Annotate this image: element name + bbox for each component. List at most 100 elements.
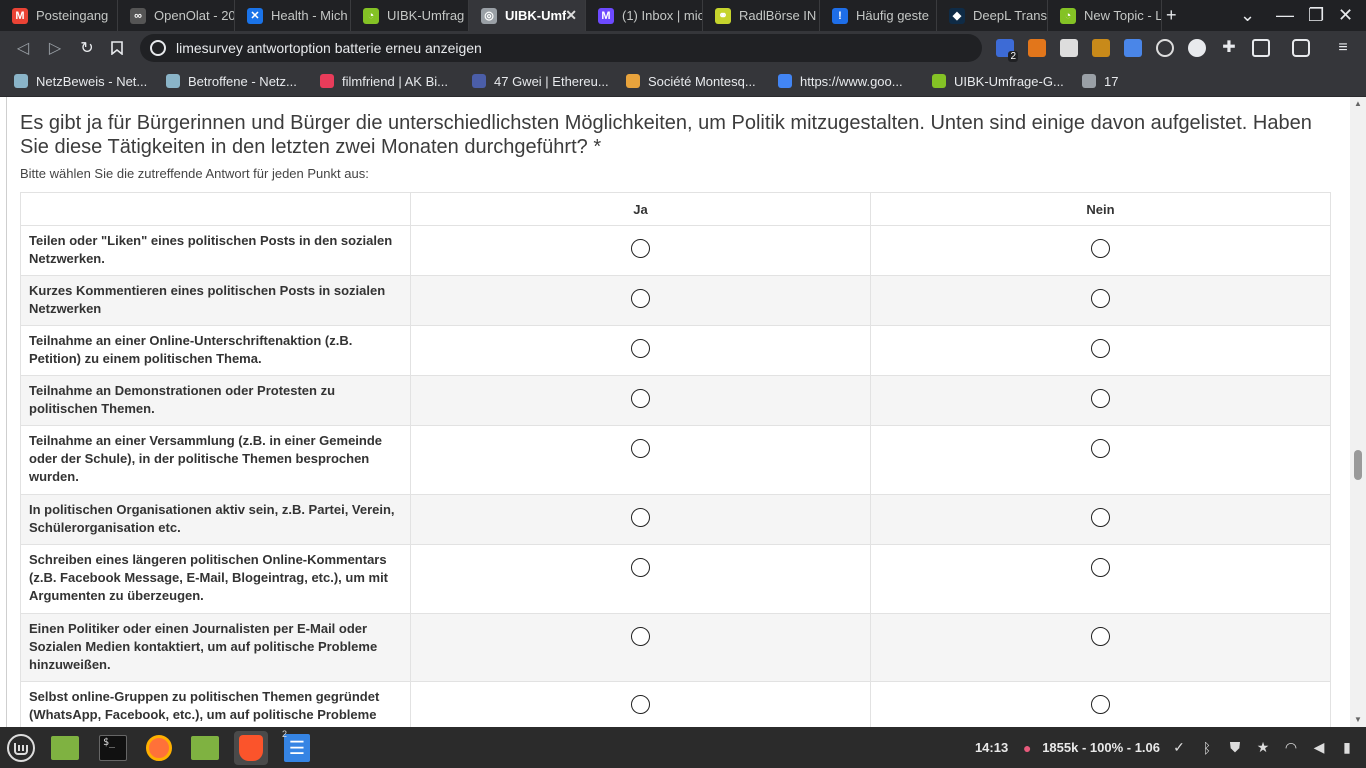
radio-nein[interactable] (1091, 339, 1110, 358)
new-tab-icon[interactable]: + (1166, 5, 1177, 25)
column-header-nein: Nein (870, 192, 1331, 226)
forward-icon[interactable]: ▷ (44, 37, 66, 59)
browser-tab[interactable]: ! Häufig geste (820, 0, 937, 31)
terminal-icon[interactable]: $_ (96, 731, 130, 765)
bookmark-item[interactable]: Betroffene - Netz... (166, 65, 297, 97)
bookmark-icon[interactable] (106, 37, 128, 59)
radio-ja[interactable] (631, 627, 650, 646)
radio-ja[interactable] (631, 389, 650, 408)
translate-icon[interactable] (1124, 39, 1142, 57)
battery-icon[interactable]: ▮ (1338, 739, 1356, 757)
sidebar-icon[interactable] (1252, 39, 1270, 57)
answer-cell-ja (410, 375, 871, 426)
tab-search-icon[interactable]: ⌄ (1240, 5, 1255, 25)
table-row: Teilnahme an einer Online-Unterschriften… (20, 325, 1331, 376)
bookmark-item[interactable]: UIBK-Umfrage-G... (932, 65, 1064, 97)
firefox-icon[interactable] (142, 731, 176, 765)
tab-label: Posteingang (36, 8, 109, 23)
star-icon[interactable]: ★ (1254, 739, 1272, 757)
scroll-down-icon[interactable]: ▼ (1350, 713, 1366, 727)
radio-ja[interactable] (631, 239, 650, 258)
folder-icon[interactable] (188, 731, 222, 765)
browser-tab[interactable]: M Posteingang (0, 0, 118, 31)
document-icon[interactable] (1060, 39, 1078, 57)
radio-nein[interactable] (1091, 508, 1110, 527)
radio-nein[interactable] (1091, 239, 1110, 258)
browser-tab[interactable]: ∞ OpenOlat - 20 (118, 0, 235, 31)
bookmark-item[interactable]: Société Montesq... (626, 65, 756, 97)
table-row: Selbst online-Gruppen zu politischen The… (20, 681, 1331, 727)
radio-nein[interactable] (1091, 289, 1110, 308)
bookmark-item[interactable]: filmfriend | AK Bi... (320, 65, 448, 97)
address-text: limesurvey antwortoption batterie erneu … (176, 40, 482, 56)
radio-ja[interactable] (631, 439, 650, 458)
bookmark-item[interactable]: 47 Gwei | Ethereu... (472, 65, 609, 97)
wallet-icon[interactable] (1292, 39, 1310, 57)
chart-extension-icon[interactable] (1092, 39, 1110, 57)
bluetooth-icon[interactable]: ᛒ (1198, 739, 1216, 757)
subquestion-label: Kurzes Kommentieren eines politischen Po… (20, 275, 411, 326)
weather-status[interactable]: 1855k - 100% - 1.06 (1042, 740, 1160, 755)
menu-icon[interactable]: ≡ (1334, 39, 1352, 57)
browser-tab[interactable]: ⚭ RadlBörse IN (703, 0, 820, 31)
close-window-icon[interactable]: ✕ (1338, 5, 1353, 25)
volume-icon[interactable]: ◀ (1310, 739, 1328, 757)
close-tab-icon[interactable]: ✕ (565, 7, 577, 24)
files-icon[interactable] (48, 731, 82, 765)
browser-tab[interactable]: ◎ UIBK-Umf ✕ (469, 0, 586, 31)
radio-ja[interactable] (631, 508, 650, 527)
bookmark-item[interactable]: https://www.goo... (778, 65, 903, 97)
wifi-icon[interactable]: ◠ (1282, 739, 1300, 757)
browser-tab[interactable]: ◔ New Topic - L (1048, 0, 1162, 31)
address-bar[interactable]: limesurvey antwortoption batterie erneu … (140, 34, 982, 62)
answer-cell-nein (870, 275, 1331, 326)
bookmark-label: Betroffene - Netz... (188, 73, 297, 89)
bitwarden-icon[interactable]: 2 (996, 39, 1018, 62)
shield-icon[interactable]: ⛊ (1226, 739, 1244, 757)
radio-nein[interactable] (1091, 695, 1110, 714)
row-header-empty (20, 192, 411, 226)
tab-label: OpenOlat - 20 (154, 8, 234, 23)
question-help: Bitte wählen Sie die zutreffende Antwort… (20, 166, 369, 181)
minimize-icon[interactable]: — (1276, 5, 1294, 25)
browser-tab[interactable]: M (1) Inbox | mic (586, 0, 703, 31)
page-scrollbar[interactable]: ▲ ▼ (1350, 97, 1366, 727)
scroll-up-icon[interactable]: ▲ (1350, 97, 1366, 111)
answer-cell-nein (870, 325, 1331, 376)
radio-ja[interactable] (631, 695, 650, 714)
tab-label: Häufig geste (856, 8, 929, 23)
radio-ja[interactable] (631, 289, 650, 308)
settings-wheel-icon[interactable] (1156, 39, 1174, 57)
radio-nein[interactable] (1091, 389, 1110, 408)
radio-ja[interactable] (631, 339, 650, 358)
bookmark-item[interactable]: NetzBeweis - Net... (14, 65, 147, 97)
tab-label: Health - Mich (271, 8, 348, 23)
brave-icon[interactable] (234, 731, 268, 765)
mint-menu-icon[interactable] (4, 731, 38, 765)
browser-tab[interactable]: ◔ UIBK-Umfrag (351, 0, 469, 31)
radio-nein[interactable] (1091, 558, 1110, 577)
ghost-icon[interactable] (1188, 39, 1206, 57)
clock[interactable]: 14:13 (975, 740, 1008, 755)
survey-page: Es gibt ja für Bürgerinnen und Bürger di… (0, 97, 1350, 727)
browser-tab[interactable]: ◆ DeepL Transl (937, 0, 1048, 31)
reload-icon[interactable]: ↻ (76, 37, 98, 59)
bookmark-item[interactable]: 17 (1082, 65, 1118, 97)
browser-tab[interactable]: ✕ Health - Mich (235, 0, 351, 31)
maximize-icon[interactable]: ❐ (1308, 5, 1324, 25)
back-icon[interactable]: ◁ (12, 37, 34, 59)
radio-ja[interactable] (631, 558, 650, 577)
tab-label: RadlBörse IN (739, 8, 817, 23)
subquestion-label: Teilnahme an einer Versammlung (z.B. in … (20, 425, 411, 495)
radio-nein[interactable] (1091, 627, 1110, 646)
radio-nein[interactable] (1091, 439, 1110, 458)
tab-label: (1) Inbox | mic (622, 8, 702, 23)
check-icon[interactable]: ✓ (1170, 739, 1188, 757)
google-icon (150, 40, 166, 56)
proton-mail-icon: M (598, 7, 614, 24)
scrollbar-thumb[interactable] (1354, 450, 1362, 480)
text-editor-icon[interactable]: 2 ☰ (280, 729, 314, 765)
metamask-icon[interactable] (1028, 39, 1046, 57)
extensions-icon[interactable]: ✚ (1220, 39, 1238, 57)
table-row: Einen Politiker oder einen Journalisten … (20, 613, 1331, 682)
